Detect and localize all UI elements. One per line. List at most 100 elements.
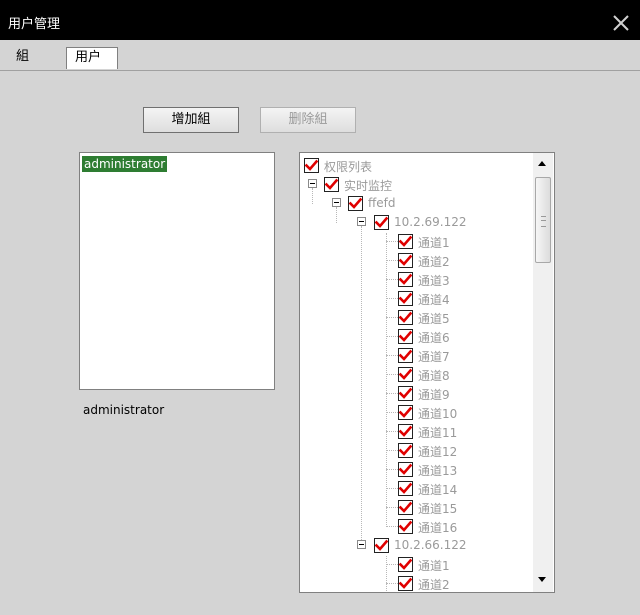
permission-checkbox[interactable] <box>398 443 413 458</box>
tree-connector-line <box>386 412 398 413</box>
tree-node-label: 通道8 <box>418 369 450 383</box>
tree-node-device[interactable]: 10.2.66.122 <box>300 536 530 555</box>
permission-checkbox[interactable] <box>398 462 413 477</box>
tab-groups[interactable]: 組 <box>8 47 37 69</box>
tree-node-label: 通道6 <box>418 331 450 345</box>
tab-users[interactable]: 用户 <box>66 47 118 69</box>
permission-checkbox[interactable] <box>398 576 413 591</box>
tree-connector-line <box>386 298 398 299</box>
permission-checkbox[interactable] <box>398 310 413 325</box>
permission-checkbox[interactable] <box>398 367 413 382</box>
close-icon[interactable] <box>612 14 630 32</box>
tree-scrollbar[interactable] <box>533 153 553 592</box>
permission-checkbox[interactable] <box>348 196 363 211</box>
tree-node-label: 通道2 <box>418 578 450 592</box>
collapse-icon[interactable] <box>308 179 317 188</box>
checkmark-icon <box>399 273 412 285</box>
tree-node-channel[interactable]: 通道5 <box>300 308 530 327</box>
tree-node-channel[interactable]: 通道13 <box>300 460 530 479</box>
tree-node-label: 通道13 <box>418 464 458 478</box>
permission-checkbox[interactable] <box>304 158 319 173</box>
group-list-item[interactable]: administrator <box>82 156 168 172</box>
checkmark-icon <box>399 425 412 437</box>
checkmark-icon <box>399 482 412 494</box>
checkmark-icon <box>399 558 412 570</box>
tree-node-category[interactable]: 实时监控 <box>300 175 530 194</box>
tree-connector-line <box>386 431 398 432</box>
checkmark-icon <box>399 520 412 532</box>
permission-checkbox[interactable] <box>398 291 413 306</box>
group-list[interactable]: administrator <box>79 152 275 390</box>
tree-node-device[interactable]: 10.2.69.122 <box>300 213 530 232</box>
tree-connector-line <box>386 488 398 489</box>
tree-node-channel[interactable]: 通道8 <box>300 365 530 384</box>
tree-connector-line <box>386 526 398 527</box>
permission-checkbox[interactable] <box>374 538 389 553</box>
tree-root[interactable]: 权限列表 <box>300 156 530 175</box>
permission-checkbox[interactable] <box>398 348 413 363</box>
tree-node-label: 通道2 <box>418 255 450 269</box>
permission-checkbox[interactable] <box>324 177 339 192</box>
tree-connector-line <box>386 241 398 242</box>
tree-node[interactable]: ffefd <box>300 194 530 213</box>
tree-node-channel[interactable]: 通道2 <box>300 251 530 270</box>
tree-node-label: ffefd <box>368 196 396 210</box>
tree-node-channel[interactable]: 通道1 <box>300 232 530 251</box>
permission-checkbox[interactable] <box>398 557 413 572</box>
tree-node-label: 通道4 <box>418 293 450 307</box>
permission-checkbox[interactable] <box>398 234 413 249</box>
checkmark-icon <box>375 216 388 228</box>
permission-checkbox[interactable] <box>398 519 413 534</box>
tree-connector-line <box>386 469 398 470</box>
tree-node-channel[interactable]: 通道7 <box>300 346 530 365</box>
checkmark-icon <box>349 197 362 209</box>
tree-node-channel[interactable]: 通道10 <box>300 403 530 422</box>
tree-connector-line <box>386 336 398 337</box>
tree-node-channel[interactable]: 通道6 <box>300 327 530 346</box>
collapse-icon[interactable] <box>357 540 366 549</box>
permission-checkbox[interactable] <box>374 215 389 230</box>
collapse-icon[interactable] <box>357 217 366 226</box>
checkmark-icon <box>399 235 412 247</box>
permission-checkbox[interactable] <box>398 424 413 439</box>
tree-node-label: 通道1 <box>418 559 450 573</box>
permission-checkbox[interactable] <box>398 253 413 268</box>
permission-checkbox[interactable] <box>398 386 413 401</box>
tree-connector-line <box>386 450 398 451</box>
permission-tree[interactable]: 权限列表 实时监控 ffefd 10.2.69.122 通道1 通道2 通道3 通道4 通道5 通… <box>299 152 555 593</box>
tree-connector-line <box>386 374 398 375</box>
scroll-up-arrow-icon[interactable] <box>538 161 546 166</box>
permission-checkbox[interactable] <box>398 405 413 420</box>
tree-node-label: 通道3 <box>418 274 450 288</box>
tree-node-channel[interactable]: 通道1 <box>300 555 530 574</box>
grip-icon <box>541 216 546 227</box>
checkmark-icon <box>399 349 412 361</box>
tree-node-channel[interactable]: 通道11 <box>300 422 530 441</box>
tree-connector-line <box>386 564 398 565</box>
tree-node-channel[interactable]: 通道4 <box>300 289 530 308</box>
tree-node-channel[interactable]: 通道3 <box>300 270 530 289</box>
tree-node-channel[interactable]: 通道9 <box>300 384 530 403</box>
tree-connector-line <box>386 393 398 394</box>
permission-checkbox[interactable] <box>398 481 413 496</box>
tree-node-label: 10.2.66.122 <box>394 538 467 552</box>
permission-checkbox[interactable] <box>398 272 413 287</box>
tree-node-label: 通道14 <box>418 483 458 497</box>
tree-node-channel[interactable]: 通道14 <box>300 479 530 498</box>
scrollbar-thumb[interactable] <box>535 177 551 263</box>
tree-node-label: 通道16 <box>418 521 458 535</box>
checkmark-icon <box>399 577 412 589</box>
checkmark-icon <box>399 368 412 380</box>
checkmark-icon <box>399 387 412 399</box>
collapse-icon[interactable] <box>332 198 341 207</box>
tree-node-channel[interactable]: 通道15 <box>300 498 530 517</box>
scroll-down-arrow-icon[interactable] <box>538 577 546 582</box>
permission-checkbox[interactable] <box>398 329 413 344</box>
tree-node-channel[interactable]: 通道2 <box>300 574 530 592</box>
checkmark-icon <box>399 311 412 323</box>
permission-checkbox[interactable] <box>398 500 413 515</box>
add-group-button[interactable]: 增加組 <box>143 107 239 133</box>
tree-node-channel[interactable]: 通道16 <box>300 517 530 536</box>
tree-node-channel[interactable]: 通道12 <box>300 441 530 460</box>
delete-group-button[interactable]: 删除組 <box>260 107 356 133</box>
